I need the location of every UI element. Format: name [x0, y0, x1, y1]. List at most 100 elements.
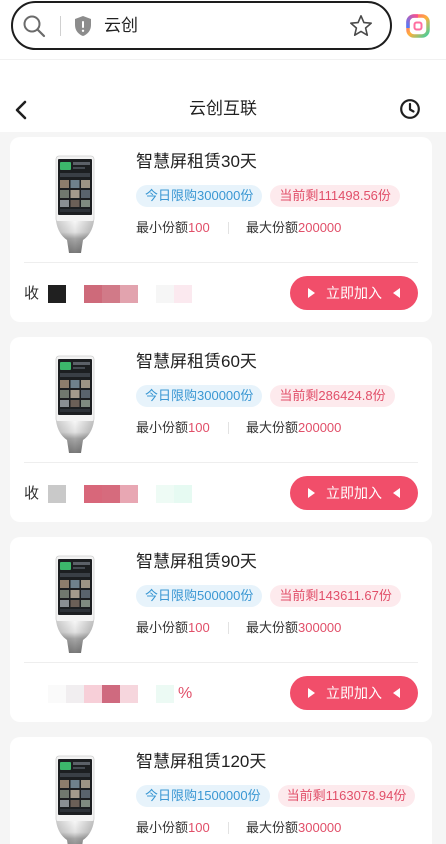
redacted-cell [66, 485, 84, 503]
card-divider [24, 262, 418, 263]
app-launcher-icon[interactable] [405, 13, 431, 39]
min-share: 最小份额100 [136, 619, 210, 637]
smart-screen-product-image [55, 355, 95, 453]
remaining-badge: 当前剩286424.8份 [270, 385, 395, 407]
spec-divider [228, 422, 229, 434]
product-title: 智慧屏租赁120天 [136, 752, 267, 771]
min-share-label: 最小份额 [136, 820, 189, 835]
redacted-cell [120, 485, 138, 503]
product-title: 智慧屏租赁90天 [136, 552, 257, 571]
product-card[interactable]: 智慧屏租赁30天 今日限购300000份 当前剩111498.56份 最小份额1… [10, 137, 432, 322]
redacted-cell [120, 285, 138, 303]
min-share-value: 100 [188, 220, 210, 235]
join-button-label: 立即加入 [326, 685, 382, 701]
max-share-label: 最大份额 [246, 220, 299, 235]
yield-label-fragment: 收 [24, 485, 40, 502]
redacted-cell [102, 285, 120, 303]
redacted-cell [156, 685, 174, 703]
max-share-label: 最大份额 [246, 820, 299, 835]
redacted-cell [156, 485, 174, 503]
redacted-cell [66, 285, 84, 303]
yield-percent-sign: % [178, 685, 193, 702]
max-share-value: 300000 [298, 620, 342, 635]
min-share-value: 100 [188, 420, 210, 435]
product-card[interactable]: 智慧屏租赁120天 今日限购1500000份 当前剩1163078.94份 最小… [10, 737, 432, 844]
product-card[interactable]: 智慧屏租赁90天 今日限购500000份 当前剩143611.67份 最小份额1… [10, 537, 432, 722]
max-share-value: 300000 [298, 820, 342, 835]
card-divider [24, 462, 418, 463]
yield-label-fragment: 收 [24, 285, 40, 302]
redacted-cell [102, 685, 120, 703]
redacted-cell [174, 485, 192, 503]
max-share: 最大份额300000 [246, 619, 341, 637]
redacted-cell [48, 285, 66, 303]
min-share-label: 最小份额 [136, 220, 189, 235]
clock-icon[interactable] [399, 98, 421, 120]
join-button-label: 立即加入 [326, 485, 382, 501]
redacted-cell [84, 285, 102, 303]
redacted-yield [48, 485, 192, 503]
badge-row: 今日限购1500000份 当前剩1163078.94份 [136, 785, 416, 807]
remaining-badge: 当前剩111498.56份 [270, 185, 400, 207]
address-text[interactable]: 云创 [104, 15, 138, 37]
redacted-cell [156, 285, 174, 303]
spec-divider [228, 822, 229, 834]
app-screen: 云创 云创互联 智慧屏租赁30天 今日限购300000份 当前剩111498.5… [0, 0, 446, 844]
min-share: 最小份额100 [136, 419, 210, 437]
max-share-value: 200000 [298, 220, 342, 235]
redacted-cell [138, 685, 156, 703]
redacted-cell [48, 485, 66, 503]
min-share-value: 100 [188, 820, 210, 835]
redacted-yield: % [48, 685, 192, 703]
redacted-cell [120, 685, 138, 703]
arrow-left-icon [393, 688, 400, 698]
spec-divider [228, 622, 229, 634]
min-share-label: 最小份额 [136, 420, 189, 435]
shield-icon[interactable] [73, 15, 93, 37]
product-title: 智慧屏租赁30天 [136, 152, 257, 171]
join-button[interactable]: 立即加入 [290, 276, 418, 310]
browser-divider [0, 59, 446, 60]
remaining-badge: 当前剩143611.67份 [270, 585, 401, 607]
join-button[interactable]: 立即加入 [290, 676, 418, 710]
arrow-right-icon [308, 688, 315, 698]
max-share-label: 最大份额 [246, 420, 299, 435]
smart-screen-product-image [55, 555, 95, 653]
star-icon[interactable] [349, 14, 373, 38]
daily-limit-badge: 今日限购300000份 [136, 385, 263, 407]
redacted-cell [138, 485, 156, 503]
redacted-yield [48, 285, 192, 303]
redacted-cell [48, 685, 66, 703]
redacted-cell [66, 685, 84, 703]
join-button-label: 立即加入 [326, 285, 382, 301]
max-share: 最大份额200000 [246, 219, 341, 237]
redacted-cell [102, 485, 120, 503]
arrow-right-icon [308, 288, 315, 298]
redacted-cell [138, 285, 156, 303]
product-list: 智慧屏租赁30天 今日限购300000份 当前剩111498.56份 最小份额1… [0, 137, 446, 844]
redacted-cell [84, 485, 102, 503]
arrow-right-icon [308, 488, 315, 498]
smart-screen-product-image [55, 755, 95, 844]
min-share: 最小份额100 [136, 819, 210, 837]
badge-row: 今日限购300000份 当前剩286424.8份 [136, 385, 395, 407]
card-divider [24, 662, 418, 663]
max-share: 最大份额200000 [246, 419, 341, 437]
remaining-badge: 当前剩1163078.94份 [277, 785, 416, 807]
badge-row: 今日限购500000份 当前剩143611.67份 [136, 585, 401, 607]
product-card[interactable]: 智慧屏租赁60天 今日限购300000份 当前剩286424.8份 最小份额10… [10, 337, 432, 522]
page-title: 云创互联 [189, 99, 257, 118]
address-separator [60, 16, 61, 36]
daily-limit-badge: 今日限购1500000份 [136, 785, 270, 807]
address-bar[interactable]: 云创 [11, 1, 392, 50]
smart-screen-product-image [55, 155, 95, 253]
daily-limit-badge: 今日限购500000份 [136, 585, 263, 607]
daily-limit-badge: 今日限购300000份 [136, 185, 263, 207]
join-button[interactable]: 立即加入 [290, 476, 418, 510]
chevron-left-icon[interactable] [14, 100, 28, 120]
max-share-value: 200000 [298, 420, 342, 435]
product-title: 智慧屏租赁60天 [136, 352, 257, 371]
top-area: 云创 云创互联 [0, 0, 446, 132]
arrow-left-icon [393, 288, 400, 298]
min-share-value: 100 [188, 620, 210, 635]
